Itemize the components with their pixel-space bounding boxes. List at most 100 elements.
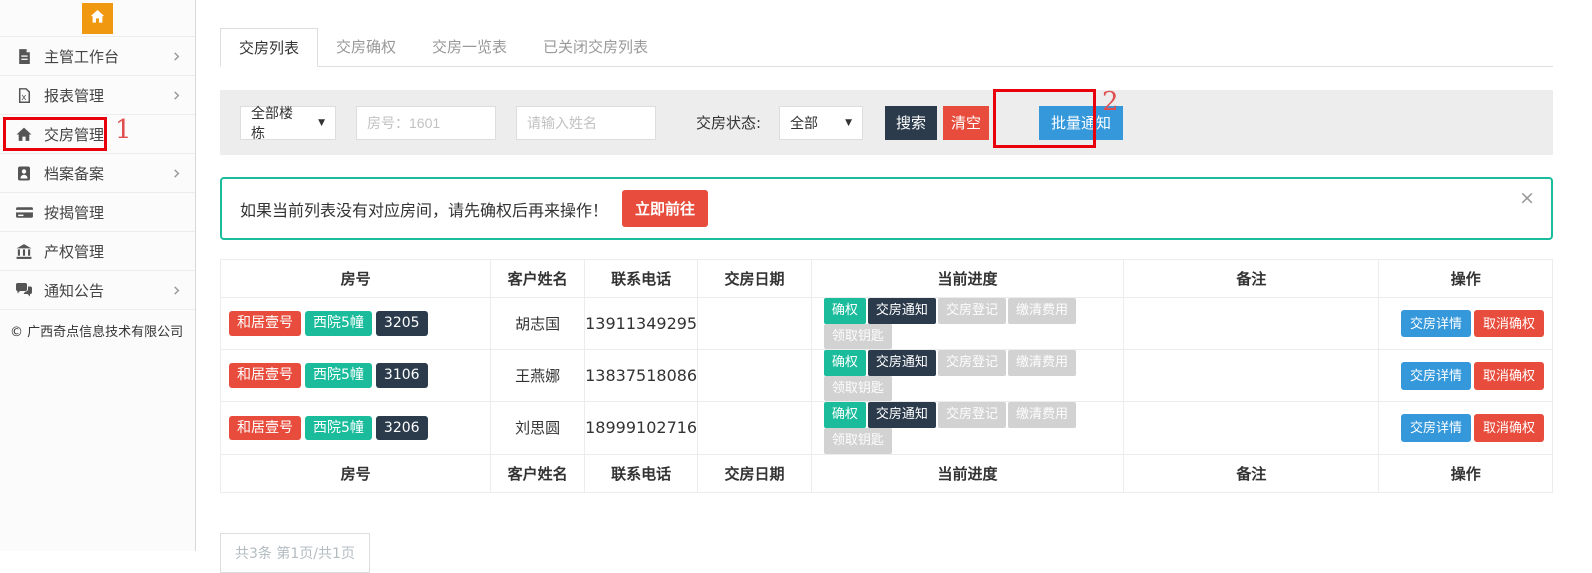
delivery-detail-button[interactable]: 交房详情 (1400, 309, 1471, 338)
room-number-input[interactable] (356, 105, 496, 140)
column-header: 房号 (219, 259, 492, 298)
cancel-confirm-button[interactable]: 取消确权 (1473, 361, 1544, 390)
bank-icon (14, 242, 34, 260)
room-tags-cell: 和居壹号 西院5幢 3106 (219, 349, 492, 403)
column-header: 联系电话 (584, 259, 699, 298)
delivery-table: 房号 客户姓名 联系电话 交房日期 当前进度 备注 操作 和居壹号 西院5幢 3205 胡志国 … (219, 259, 1553, 493)
customer-name-input[interactable] (516, 105, 656, 140)
sidebar-item-3[interactable]: 交房管理 (0, 115, 195, 154)
column-header: 当前进度 (810, 259, 1125, 298)
room-tag: 西院5幢 (305, 363, 372, 389)
delivery-date-cell (697, 349, 812, 403)
sidebar-item-6[interactable]: 产权管理 (0, 232, 195, 271)
tab-3[interactable]: 交房一览表 (414, 28, 525, 67)
room-tag: 3206 (375, 415, 428, 441)
building-select[interactable]: 全部楼栋 ▼ (240, 105, 336, 142)
column-header: 交房日期 (697, 259, 812, 298)
progress-step-badge: 缴清费用 (1007, 350, 1076, 376)
delivery-detail-button[interactable]: 交房详情 (1400, 414, 1471, 442)
search-button[interactable]: 搜索 (885, 105, 938, 140)
table-row: 和居壹号 西院5幢 3205 胡志国 13911349295 确权 交房通知 交房登记缴… (219, 296, 1553, 351)
batch-notify-button[interactable]: 批量通知 (1039, 105, 1124, 140)
table-row: 和居壹号 西院5幢 3206 刘思圆 18999102716 确权 交房通知 交房登记缴… (219, 401, 1553, 455)
room-tag: 和居壹号 (229, 363, 301, 389)
tab-1[interactable]: 交房列表 (220, 28, 319, 67)
sidebar-item-label: 产权管理 (44, 242, 105, 261)
tab-label: 交房一览表 (432, 38, 508, 56)
progress-step-badge: 交房登记 (937, 298, 1006, 324)
tab-4[interactable]: 已关闭交房列表 (525, 28, 666, 67)
sidebar-item-1[interactable]: 主管工作台 (0, 37, 195, 76)
status-select-value: 全部 (790, 115, 819, 132)
chevron-down-icon: ▼ (845, 117, 853, 128)
filter-bar: 全部楼栋 ▼ 交房状态: 全部 ▼ 搜索 清空 批量通知 (220, 90, 1553, 155)
sidebar-item-label: 主管工作台 (44, 47, 120, 66)
room-tags-cell: 和居壹号 西院5幢 3206 (219, 401, 492, 455)
archive-icon (14, 164, 34, 182)
pagination-summary: 共3条 第1页/共1页 (220, 532, 370, 573)
delivery-date-cell (697, 401, 812, 455)
progress-step-badge: 缴清费用 (1007, 402, 1076, 428)
status-label: 交房状态: (696, 114, 762, 132)
sidebar-home-row (0, 0, 195, 37)
column-header: 操作 (1378, 453, 1553, 493)
cancel-confirm-button[interactable]: 取消确权 (1473, 414, 1544, 442)
go-now-button[interactable]: 立即前往 (622, 190, 709, 227)
sidebar-item-2[interactable]: x 报表管理 (0, 76, 195, 115)
close-icon[interactable]: × (1519, 189, 1535, 208)
actions-cell: 交房详情 取消确权 (1378, 401, 1553, 455)
status-select[interactable]: 全部 ▼ (779, 105, 864, 140)
copyright-text: © 广西奇点信息技术有限公司 (10, 325, 184, 340)
sidebar-item-label: 报表管理 (44, 86, 105, 105)
progress-step-badge: 确权 (823, 350, 866, 376)
clear-button[interactable]: 清空 (943, 105, 990, 140)
bankcard-icon (14, 203, 34, 221)
tabs-bar: 交房列表 交房确权 交房一览表 已关闭交房列表 (220, 0, 1553, 67)
tab-label: 交房确权 (336, 38, 397, 56)
room-tag: 3205 (375, 311, 428, 336)
report-icon: x (14, 86, 34, 104)
phone-cell: 13911349295 (584, 296, 699, 351)
home-button[interactable] (82, 2, 113, 34)
column-header: 客户姓名 (490, 453, 586, 493)
progress-step-badge: 领取钥匙 (823, 323, 892, 350)
chevron-right-icon (169, 283, 183, 297)
customer-name-cell: 胡志国 (490, 296, 586, 351)
progress-cell: 确权 交房通知 交房登记 缴清费用领取钥匙 (810, 296, 1125, 351)
alert-message: 如果当前列表没有对应房间，请先确权后再来操作！ (240, 200, 609, 220)
room-tag: 3106 (375, 363, 428, 389)
delivery-date-cell (697, 296, 812, 351)
sidebar: 主管工作台 x 报表管理 交房管理 档案备案 按揭管理 产权管理 通知公告 © … (0, 0, 196, 551)
actions-cell: 交房详情 取消确权 (1378, 296, 1553, 351)
home-icon (90, 9, 105, 28)
delivery-detail-button[interactable]: 交房详情 (1400, 361, 1471, 390)
sidebar-item-4[interactable]: 档案备案 (0, 154, 195, 193)
progress-step-badge: 领取钥匙 (823, 375, 892, 402)
chevron-right-icon (169, 166, 183, 180)
column-header: 备注 (1123, 259, 1380, 298)
sidebar-item-label: 交房管理 (44, 125, 105, 144)
chevron-down-icon: ▼ (318, 117, 325, 128)
column-header: 操作 (1378, 259, 1553, 298)
actions-cell: 交房详情 取消确权 (1378, 349, 1553, 403)
column-header: 客户姓名 (490, 259, 586, 298)
cancel-confirm-button[interactable]: 取消确权 (1473, 309, 1544, 338)
progress-step-badge: 确权 (823, 402, 866, 428)
phone-cell: 13837518086 (584, 349, 699, 403)
alert-banner: 如果当前列表没有对应房间，请先确权后再来操作！ 立即前往 × (220, 177, 1553, 240)
room-tag: 和居壹号 (229, 415, 301, 441)
tab-label: 已关闭交房列表 (543, 38, 649, 56)
progress-cell: 确权 交房通知 交房登记 缴清费用领取钥匙 (810, 401, 1125, 455)
phone-cell: 18999102716 (584, 401, 699, 455)
customer-name-cell: 刘思圆 (490, 401, 586, 455)
room-tag: 西院5幢 (305, 311, 372, 336)
progress-step-badge: 交房通知 (867, 402, 936, 428)
main-content: 交房列表 交房确权 交房一览表 已关闭交房列表 全部楼栋 ▼ 交房状态: 全部 … (197, 0, 1592, 573)
tab-2[interactable]: 交房确权 (318, 28, 414, 67)
table-footer-header-row: 房号 客户姓名 联系电话 交房日期 当前进度 备注 操作 (219, 453, 1553, 493)
sidebar-item-7[interactable]: 通知公告 (0, 271, 195, 310)
sidebar-item-5[interactable]: 按揭管理 (0, 193, 195, 232)
sidebar-item-label: 通知公告 (44, 281, 105, 300)
column-header: 交房日期 (697, 453, 812, 493)
progress-step-badge: 交房登记 (937, 350, 1006, 376)
